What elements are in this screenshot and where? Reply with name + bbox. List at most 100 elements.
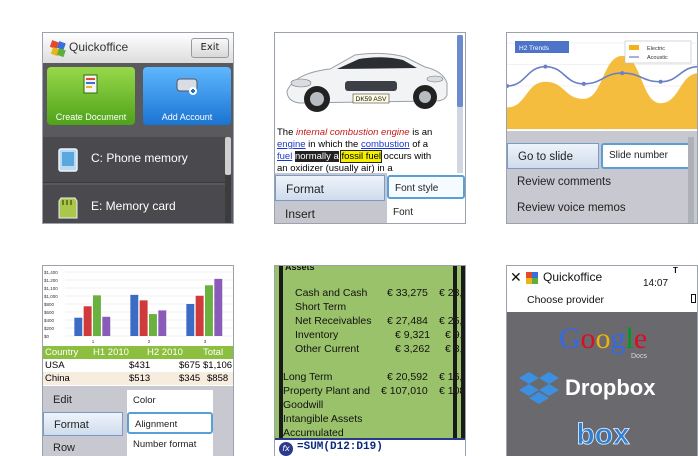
selected-text[interactable]: normally a bbox=[294, 151, 339, 162]
memory-card-icon bbox=[58, 197, 78, 219]
table-cell[interactable]: $513 bbox=[129, 372, 150, 385]
row-label[interactable]: Intangible Assets bbox=[283, 412, 362, 426]
row-label[interactable]: Inventory bbox=[295, 328, 338, 342]
column-header[interactable]: H2 2010 bbox=[147, 346, 183, 359]
scroll-thumb[interactable] bbox=[225, 137, 231, 175]
table-cell[interactable]: USA bbox=[45, 359, 65, 372]
menu-item-row[interactable]: Row bbox=[43, 436, 123, 456]
submenu-item-alignment[interactable]: Alignment bbox=[127, 412, 213, 434]
combustion-link[interactable]: combustion bbox=[361, 139, 410, 150]
menu-item-format[interactable]: Format bbox=[275, 175, 385, 201]
submenu-item-color[interactable]: Color bbox=[127, 390, 213, 412]
submenu-item-number-format[interactable]: Number format bbox=[127, 434, 213, 456]
title-bar: Quickoffice Exit bbox=[43, 33, 233, 63]
bar bbox=[214, 278, 223, 336]
column-header[interactable]: Total bbox=[203, 346, 223, 359]
provider-google-docs[interactable]: Google Docs bbox=[507, 318, 697, 366]
create-document-tile[interactable]: Create Document bbox=[47, 67, 135, 125]
box-label: box bbox=[576, 418, 630, 451]
scrollbar[interactable] bbox=[225, 137, 231, 223]
provider-box[interactable]: box bbox=[507, 412, 697, 456]
table-row: Short Term bbox=[275, 300, 465, 314]
function-icon[interactable]: fx bbox=[279, 442, 293, 456]
table-header-row: Country H1 2010 H2 2010 Total bbox=[43, 346, 233, 359]
menu-item-edit[interactable]: Edit bbox=[43, 388, 123, 412]
table-cell[interactable]: China bbox=[45, 372, 70, 385]
row-value[interactable]: € 9,321 bbox=[395, 328, 430, 342]
highlighted-link[interactable]: fossil fuel bbox=[340, 150, 383, 163]
row-label[interactable]: Short Term bbox=[295, 300, 346, 314]
scrollbar[interactable] bbox=[688, 137, 694, 223]
y-tick-label: $600 bbox=[44, 310, 55, 315]
submenu-item-font-style[interactable]: Font style bbox=[387, 175, 465, 199]
document-body[interactable]: The internal combustion engine is an eng… bbox=[277, 127, 457, 175]
quickoffice-home-screen: Quickoffice Exit Create Document Add Acc… bbox=[42, 32, 234, 224]
add-account-tile[interactable]: Add Account bbox=[143, 67, 231, 125]
table-cell[interactable]: $675 bbox=[179, 359, 200, 372]
fuel-link[interactable]: fuel bbox=[277, 151, 292, 162]
table-cell[interactable]: $345 bbox=[179, 372, 200, 385]
column-header[interactable]: Country bbox=[45, 346, 78, 359]
y-tick-label: $1,100 bbox=[44, 286, 58, 291]
row-label[interactable]: Other Current bbox=[295, 342, 359, 356]
row-label[interactable]: Property Plant and bbox=[283, 384, 370, 398]
google-letter: o bbox=[596, 322, 611, 355]
battery-icon bbox=[691, 294, 696, 303]
formula-bar[interactable]: fx =SUM(D12:D19) bbox=[275, 438, 465, 456]
scroll-thumb[interactable] bbox=[457, 35, 463, 107]
row-value[interactable]: € 16, bbox=[439, 370, 462, 384]
doc-text-run: occurs with bbox=[381, 151, 432, 162]
column-border bbox=[279, 266, 283, 456]
storage-item-memory-card[interactable]: E: Memory card bbox=[43, 185, 225, 223]
bar bbox=[74, 317, 83, 336]
app-title: Quickoffice bbox=[543, 270, 603, 284]
bar bbox=[102, 316, 111, 336]
submenu-item-font[interactable]: Font bbox=[387, 201, 465, 223]
close-icon[interactable]: ✕ bbox=[510, 270, 522, 286]
formula-text[interactable]: =SUM(D12:D19) bbox=[297, 441, 383, 453]
scrollbar[interactable] bbox=[457, 35, 463, 173]
table-cell[interactable]: $1,106 bbox=[203, 359, 232, 372]
section-header-row: Assets bbox=[275, 266, 465, 274]
row-value[interactable]: € 33,275 bbox=[387, 286, 428, 300]
menu-item-review-voice-memos[interactable]: Review voice memos bbox=[507, 195, 626, 221]
table-row: Other Current € 3,262 € 3, bbox=[275, 342, 465, 356]
column-header[interactable]: H1 2010 bbox=[93, 346, 129, 359]
row-value[interactable]: € 20,592 bbox=[387, 370, 428, 384]
table-cell[interactable]: $431 bbox=[129, 359, 150, 372]
table-row: Property Plant and € 107,010 € 108, bbox=[275, 384, 465, 398]
hard-drive-icon bbox=[176, 78, 198, 95]
column-border bbox=[461, 266, 465, 456]
row-value[interactable]: € 27,484 bbox=[387, 314, 428, 328]
submenu-item-slide-number[interactable]: Slide number bbox=[601, 143, 693, 169]
doc-text-run: is an bbox=[409, 127, 433, 138]
menu-item-review-comments[interactable]: Review comments bbox=[507, 169, 611, 195]
menu-item-format[interactable]: Format bbox=[43, 412, 123, 436]
cell-context-menu: Edit Format Row Color Alignment Number f… bbox=[43, 386, 233, 456]
exit-button[interactable]: Exit bbox=[191, 38, 229, 58]
menu-item-go-to-slide[interactable]: Go to slide bbox=[507, 143, 599, 169]
table-cell[interactable]: $858 bbox=[207, 372, 228, 385]
storage-item-phone-memory[interactable]: C: Phone memory bbox=[43, 137, 225, 183]
dropbox-logo: Dropbox bbox=[519, 372, 656, 404]
row-label[interactable]: Cash and Cash bbox=[295, 286, 367, 300]
engine-link[interactable]: engine bbox=[277, 139, 306, 150]
data-point bbox=[581, 81, 586, 86]
license-plate: DK59 ASV bbox=[356, 96, 387, 103]
quickoffice-logo-icon bbox=[526, 272, 538, 284]
row-label[interactable]: Goodwill bbox=[283, 398, 323, 412]
bar bbox=[195, 295, 204, 336]
format-submenu: Font style Font bbox=[387, 173, 465, 223]
bar bbox=[93, 295, 101, 336]
format-submenu: Color Alignment Number format bbox=[127, 390, 213, 456]
provider-dropbox[interactable]: Dropbox bbox=[507, 366, 697, 410]
row-value[interactable]: € 3,262 bbox=[395, 342, 430, 356]
table-row: Cash and Cash € 33,275 € 23,1 bbox=[275, 286, 465, 300]
header: ✕ Quickoffice 14:07 T Choose provider bbox=[507, 266, 697, 312]
row-label[interactable]: Long Term bbox=[283, 370, 332, 384]
row-value[interactable]: € 107,010 bbox=[381, 384, 428, 398]
menu-item-insert[interactable]: Insert bbox=[275, 201, 385, 223]
google-letter: e bbox=[634, 322, 647, 355]
sheet-grid[interactable]: Assets Cash and Cash € 33,275 € 23,1 Sho… bbox=[275, 266, 465, 456]
row-label[interactable]: Net Receivables bbox=[295, 314, 371, 328]
